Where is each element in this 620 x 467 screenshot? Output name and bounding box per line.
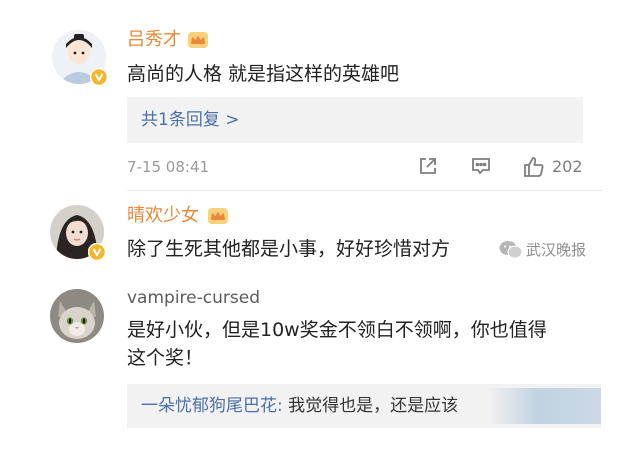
- vip-crown-icon: [207, 207, 229, 225]
- like-count: 202: [552, 157, 583, 176]
- verified-badge-icon: [87, 242, 107, 262]
- comment-text-continued: 这个奖！: [127, 347, 204, 369]
- comment-text: 高尚的人格 就是指这样的英雄吧: [127, 63, 400, 85]
- wechat-logo-icon: [498, 239, 524, 261]
- comment-timestamp: 7-15 08:41: [127, 158, 210, 176]
- verified-badge-icon: [89, 67, 109, 87]
- reply-preview-box[interactable]: 一朵忧郁狗尾巴花: 我觉得也是，还是应该: [127, 384, 601, 428]
- thumbs-up-icon: [522, 155, 546, 179]
- reply-fade-overlay: [487, 388, 601, 424]
- username[interactable]: vampire-cursed: [127, 287, 260, 309]
- username[interactable]: 晴欢少女: [127, 205, 199, 227]
- like-button[interactable]: 202: [522, 154, 586, 180]
- avatar[interactable]: [50, 289, 104, 343]
- share-icon[interactable]: [417, 155, 439, 177]
- reply-text: 我觉得也是，还是应该: [282, 396, 459, 416]
- divider: [127, 190, 603, 191]
- comment-text: 除了生死其他都是小事，好好珍惜对方: [127, 238, 451, 260]
- username[interactable]: 吕秀才: [127, 29, 181, 51]
- view-replies-link[interactable]: 共1条回复 >: [141, 109, 239, 131]
- comment-text: 是好小伙，但是10w奖金不领白不领啊，你也值得: [127, 319, 547, 341]
- vip-crown-icon: [187, 31, 209, 49]
- reply-author[interactable]: 一朵忧郁狗尾巴花:: [141, 396, 283, 416]
- comment-icon[interactable]: [470, 155, 492, 177]
- watermark-text: 武汉晚报: [526, 241, 587, 259]
- reply-preview: 一朵忧郁狗尾巴花: 我觉得也是，还是应该: [141, 395, 458, 417]
- reply-summary-box[interactable]: 共1条回复 >: [127, 97, 583, 143]
